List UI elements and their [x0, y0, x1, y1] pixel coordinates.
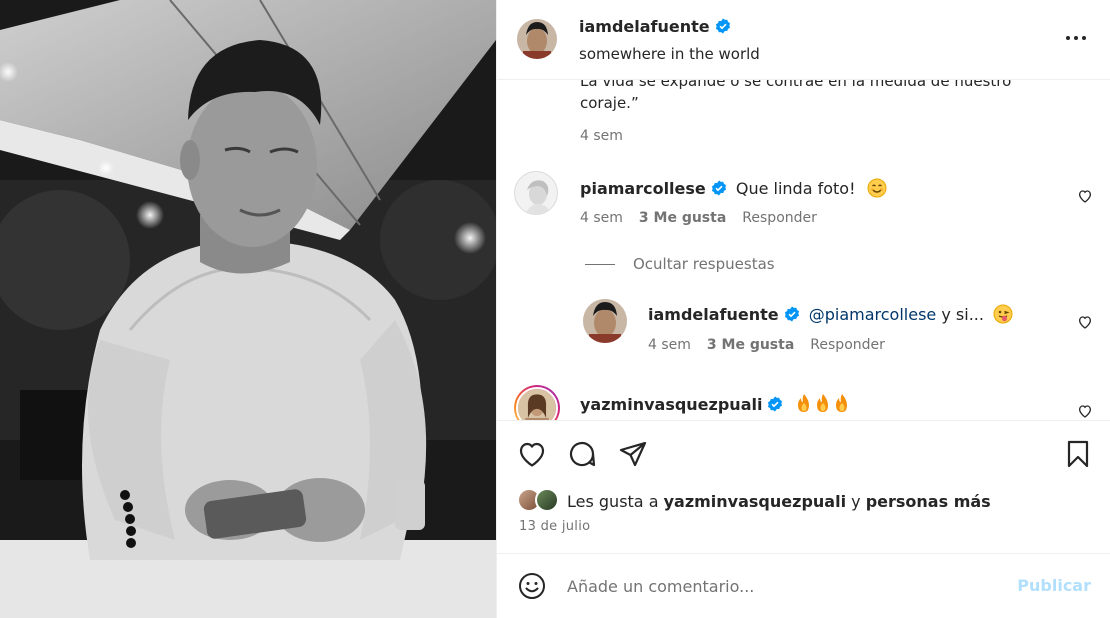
comment-1-meta: 4 sem 3 Me gusta Responder [580, 210, 817, 226]
comment-bubble-icon[interactable] [567, 439, 597, 469]
reply-username[interactable]: iamdelafuente [648, 305, 779, 324]
author-avatar[interactable] [517, 19, 557, 59]
liked-by-text: Les gusta a yazminvasquezpuali y persona… [567, 492, 991, 511]
liked-by-avatars[interactable] [517, 488, 563, 514]
more-options-icon[interactable] [1065, 28, 1087, 48]
hide-replies-label[interactable]: Ocultar respuestas [633, 255, 775, 273]
reply-like-icon[interactable] [1077, 314, 1093, 330]
liked-by-prefix: Les gusta a [567, 492, 659, 511]
comment-3-like-icon[interactable] [1077, 403, 1093, 419]
author-username-text[interactable]: iamdelafuente [579, 17, 710, 36]
verified-badge-icon [784, 306, 799, 322]
liked-by-user[interactable]: yazminvasquezpuali [664, 492, 846, 511]
comment-1-text: Que linda foto! [735, 179, 856, 198]
comment-1-time[interactable]: 4 sem [580, 210, 623, 226]
like-heart-icon[interactable] [517, 439, 547, 469]
comment-input[interactable] [567, 572, 997, 600]
verified-badge-icon [711, 180, 726, 196]
post-photo [0, 0, 496, 618]
verified-badge-icon [768, 396, 783, 412]
share-send-icon[interactable] [618, 439, 648, 469]
smiling-face-emoji [867, 178, 887, 198]
post-details-panel: iamdelafuente somewhere in the world La … [496, 0, 1110, 618]
comment-3-username[interactable]: yazminvasquezpuali [580, 395, 762, 414]
post-photo-illustration [0, 0, 496, 618]
reply-avatar[interactable] [583, 299, 627, 343]
comment-1-reply-button[interactable]: Responder [742, 210, 817, 226]
commenter-avatar[interactable] [514, 171, 558, 215]
liked-by-others[interactable]: personas más [866, 492, 991, 511]
replies-divider [585, 264, 615, 265]
save-bookmark-icon[interactable] [1063, 439, 1093, 469]
comment-1-like-icon[interactable] [1077, 188, 1093, 204]
reply-reply-button[interactable]: Responder [810, 337, 885, 353]
post-date[interactable]: 13 de julio [519, 519, 590, 534]
liked-by-middle: y [851, 492, 861, 511]
reply-comment: iamdelafuente @piamarcollese y si... [648, 304, 1013, 324]
comment-1: piamarcollese Que linda foto! [580, 178, 887, 198]
liker-avatar [535, 488, 559, 512]
comments-list[interactable]: La vida se expande o se contrae en la me… [497, 80, 1110, 420]
reply-text: y si... [941, 305, 984, 324]
caption-text: La vida se expande o se contrae en la me… [580, 80, 1012, 112]
caption-meta: 4 sem [580, 128, 623, 144]
reply-meta: 4 sem 3 Me gusta Responder [648, 337, 885, 353]
reply-mention-link[interactable]: @piamarcollese [809, 305, 937, 324]
reply-likes[interactable]: 3 Me gusta [707, 337, 794, 353]
post-actions: Les gusta a yazminvasquezpuali y persona… [497, 420, 1110, 553]
reply-time[interactable]: 4 sem [648, 337, 691, 353]
comment-3: yazminvasquezpuali [580, 393, 853, 414]
add-comment-bar: Publicar [497, 553, 1110, 618]
post-location[interactable]: somewhere in the world [579, 45, 760, 63]
comment-1-likes[interactable]: 3 Me gusta [639, 210, 726, 226]
commenter-avatar-story-ring[interactable] [514, 385, 560, 420]
publish-button[interactable]: Publicar [1017, 576, 1091, 595]
post-header: iamdelafuente somewhere in the world [497, 0, 1110, 80]
verified-badge-icon [715, 18, 730, 34]
hide-replies-button[interactable]: Ocultar respuestas [585, 255, 775, 273]
emoji-picker-icon[interactable] [517, 571, 547, 601]
comment-1-username[interactable]: piamarcollese [580, 179, 706, 198]
fire-emoji [797, 394, 847, 412]
tongue-out-emoji [993, 304, 1013, 324]
caption-time[interactable]: 4 sem [580, 128, 623, 144]
author-username[interactable]: iamdelafuente [579, 17, 731, 36]
